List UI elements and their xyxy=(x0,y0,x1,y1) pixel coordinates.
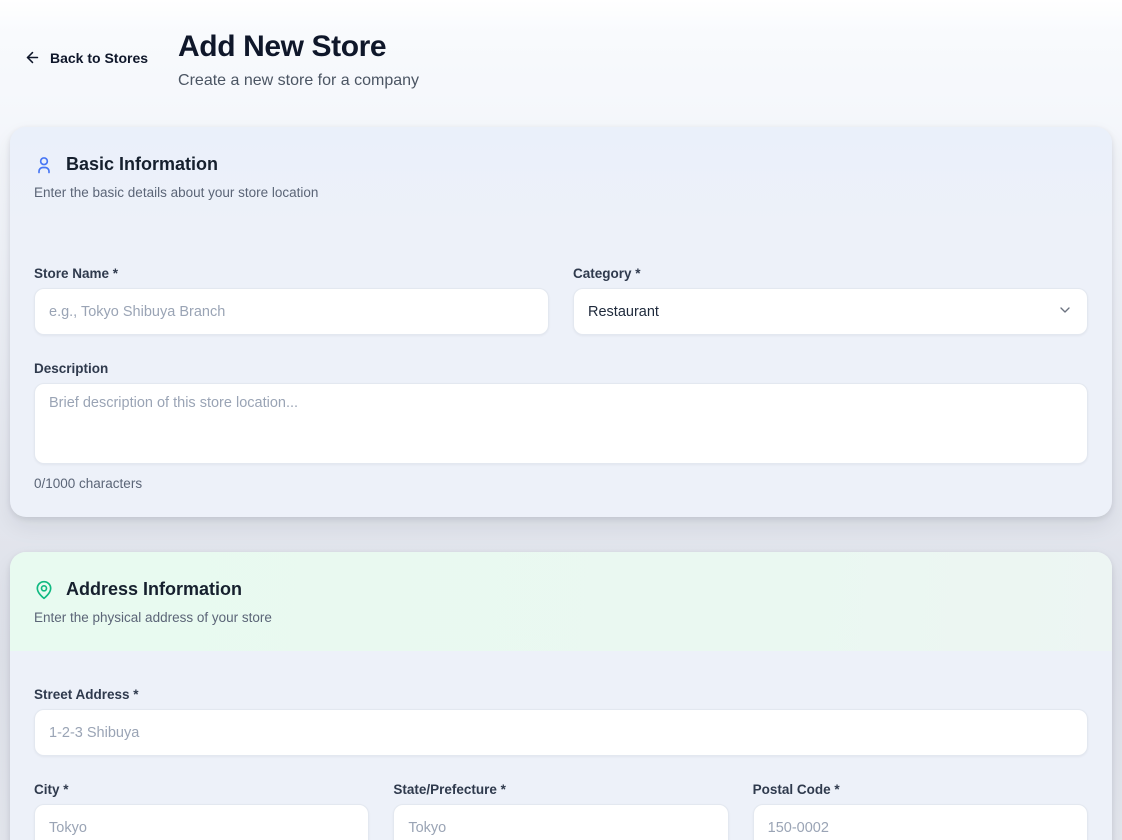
basic-information-title: Basic Information xyxy=(66,154,218,175)
category-label: Category * xyxy=(573,266,1088,281)
map-pin-icon xyxy=(34,580,54,600)
back-arrow-icon xyxy=(24,49,41,66)
description-field-group: Description 0/1000 characters xyxy=(34,361,1088,491)
postal-code-input[interactable] xyxy=(753,804,1088,840)
postal-code-field-group: Postal Code * xyxy=(753,782,1088,840)
category-selected-value: Restaurant xyxy=(588,304,659,320)
street-address-label: Street Address * xyxy=(34,687,1088,702)
store-name-input[interactable] xyxy=(34,288,549,335)
basic-information-subtitle: Enter the basic details about your store… xyxy=(34,185,1088,200)
city-label: City * xyxy=(34,782,369,797)
store-name-label: Store Name * xyxy=(34,266,549,281)
address-information-subtitle: Enter the physical address of your store xyxy=(34,610,1088,625)
description-label: Description xyxy=(34,361,1088,376)
state-prefecture-field-group: State/Prefecture * xyxy=(393,782,728,840)
postal-code-label: Postal Code * xyxy=(753,782,1088,797)
page-header: Back to Stores Add New Store Create a ne… xyxy=(0,0,1122,90)
address-information-card: Address Information Enter the physical a… xyxy=(10,552,1112,840)
street-address-field-group: Street Address * xyxy=(34,687,1088,756)
page-subtitle: Create a new store for a company xyxy=(178,72,419,90)
address-information-content: Street Address * City * State/Prefecture… xyxy=(10,651,1112,840)
chevron-down-icon xyxy=(1057,302,1073,322)
state-prefecture-input[interactable] xyxy=(393,804,728,840)
address-information-title: Address Information xyxy=(66,579,242,600)
street-address-input[interactable] xyxy=(34,709,1088,756)
address-information-header: Address Information Enter the physical a… xyxy=(10,552,1112,651)
store-name-field-group: Store Name * xyxy=(34,266,549,335)
city-input[interactable] xyxy=(34,804,369,840)
user-icon xyxy=(34,155,54,175)
state-prefecture-label: State/Prefecture * xyxy=(393,782,728,797)
basic-information-card: Basic Information Enter the basic detail… xyxy=(10,127,1112,517)
back-link-label: Back to Stores xyxy=(50,50,148,66)
title-block: Add New Store Create a new store for a c… xyxy=(178,30,419,90)
city-field-group: City * xyxy=(34,782,369,840)
category-field-group: Category * Restaurant xyxy=(573,266,1088,335)
description-char-count: 0/1000 characters xyxy=(34,476,1088,491)
back-to-stores-link[interactable]: Back to Stores xyxy=(24,49,148,66)
description-textarea[interactable] xyxy=(34,383,1088,464)
category-select[interactable]: Restaurant xyxy=(573,288,1088,335)
page-title: Add New Store xyxy=(178,30,419,63)
basic-information-header: Basic Information Enter the basic detail… xyxy=(10,127,1112,226)
basic-information-content: Store Name * Category * Restaurant Descr… xyxy=(10,226,1112,517)
